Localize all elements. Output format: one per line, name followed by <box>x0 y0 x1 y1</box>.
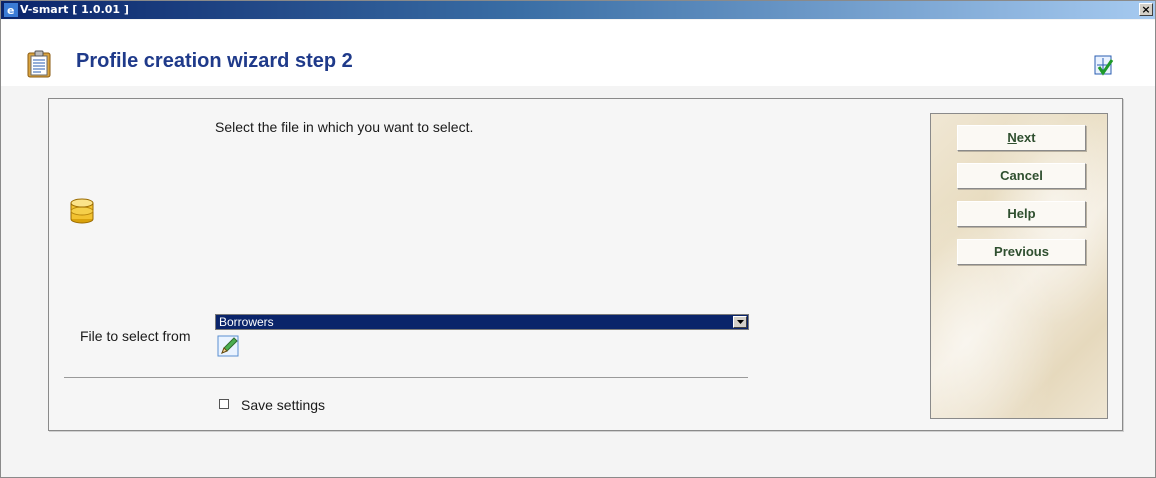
next-button-label: ext <box>1016 130 1036 145</box>
chevron-down-icon[interactable] <box>733 316 747 328</box>
divider <box>64 377 748 378</box>
close-button[interactable]: × <box>1139 3 1153 16</box>
next-button[interactable]: Next <box>957 125 1086 151</box>
save-settings-checkbox[interactable] <box>219 399 229 409</box>
page-title: Profile creation wizard step 2 <box>76 50 353 72</box>
page-header: Profile creation wizard step 2 <box>1 20 1155 86</box>
file-select-value: Borrowers <box>219 315 274 329</box>
window-titlebar: e V-smart [ 1.0.01 ] × <box>1 1 1155 19</box>
wizard-icon[interactable] <box>1091 54 1115 78</box>
svg-text:e: e <box>7 4 14 17</box>
file-select-dropdown[interactable]: Borrowers <box>215 314 749 330</box>
clipboard-icon <box>27 50 51 78</box>
browser-icon: e <box>4 3 18 17</box>
app-window: e V-smart [ 1.0.01 ] × Profile creation … <box>0 0 1156 478</box>
help-button[interactable]: Help <box>957 201 1086 227</box>
window-title: V-smart [ 1.0.01 ] <box>20 3 129 16</box>
previous-button[interactable]: Previous <box>957 239 1086 265</box>
file-select-label: File to select from <box>80 328 191 344</box>
database-icon <box>69 197 95 225</box>
instruction-text: Select the file in which you want to sel… <box>215 119 474 135</box>
next-button-mnemonic: N <box>1007 130 1017 145</box>
save-settings-label: Save settings <box>241 397 326 413</box>
button-sidebar <box>930 113 1108 419</box>
edit-pencil-icon[interactable] <box>217 334 241 358</box>
cancel-button[interactable]: Cancel <box>957 163 1086 189</box>
